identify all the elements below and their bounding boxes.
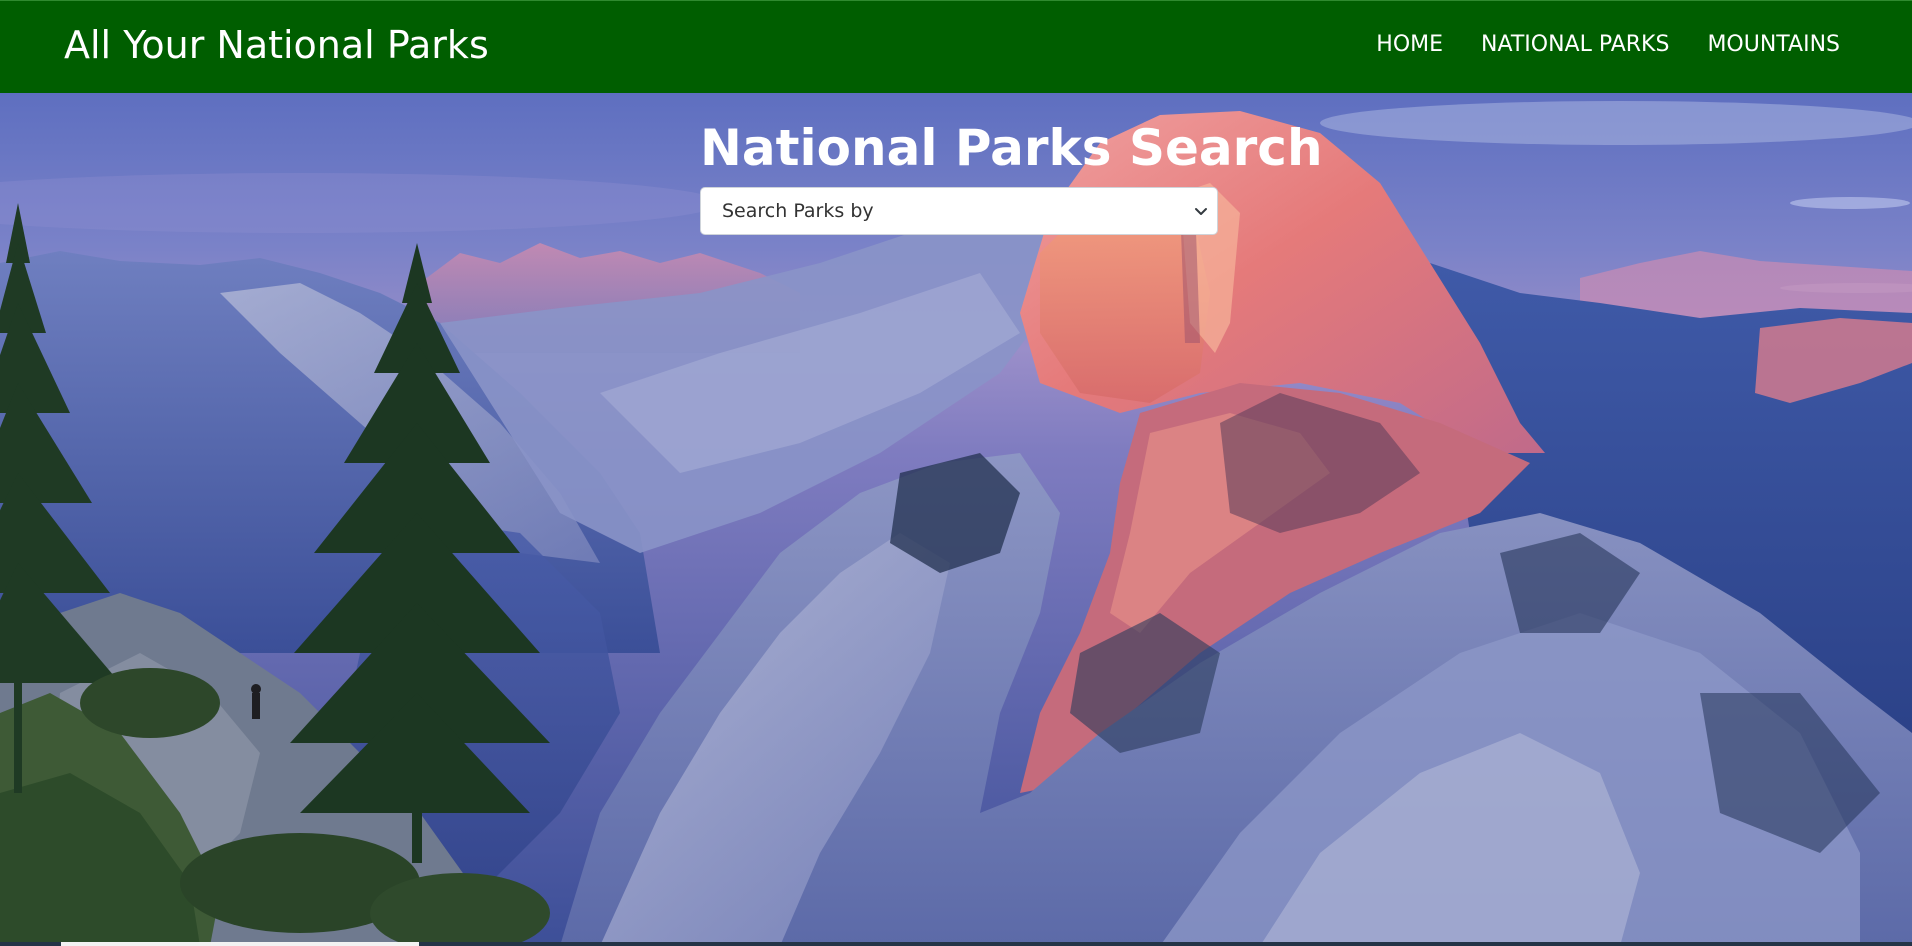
brand-link[interactable]: All Your National Parks (64, 23, 489, 67)
search-title: National Parks Search (700, 119, 1323, 177)
hero-section: National Parks Search Search Parks by (0, 93, 1912, 946)
nav-links: HOME NATIONAL PARKS MOUNTAINS (1376, 32, 1840, 57)
search-parks-select[interactable]: Search Parks by (700, 187, 1218, 235)
chevron-down-icon (1195, 208, 1207, 215)
navbar: All Your National Parks HOME NATIONAL PA… (0, 0, 1912, 93)
search-select-value: Search Parks by (722, 200, 874, 222)
nav-link-home[interactable]: HOME (1376, 32, 1443, 57)
nav-link-mountains[interactable]: MOUNTAINS (1707, 32, 1840, 57)
page: All Your National Parks HOME NATIONAL PA… (0, 0, 1912, 946)
bottom-tab (61, 942, 419, 946)
nav-link-national-parks[interactable]: NATIONAL PARKS (1481, 32, 1669, 57)
search-block: National Parks Search Search Parks by (700, 119, 1323, 235)
